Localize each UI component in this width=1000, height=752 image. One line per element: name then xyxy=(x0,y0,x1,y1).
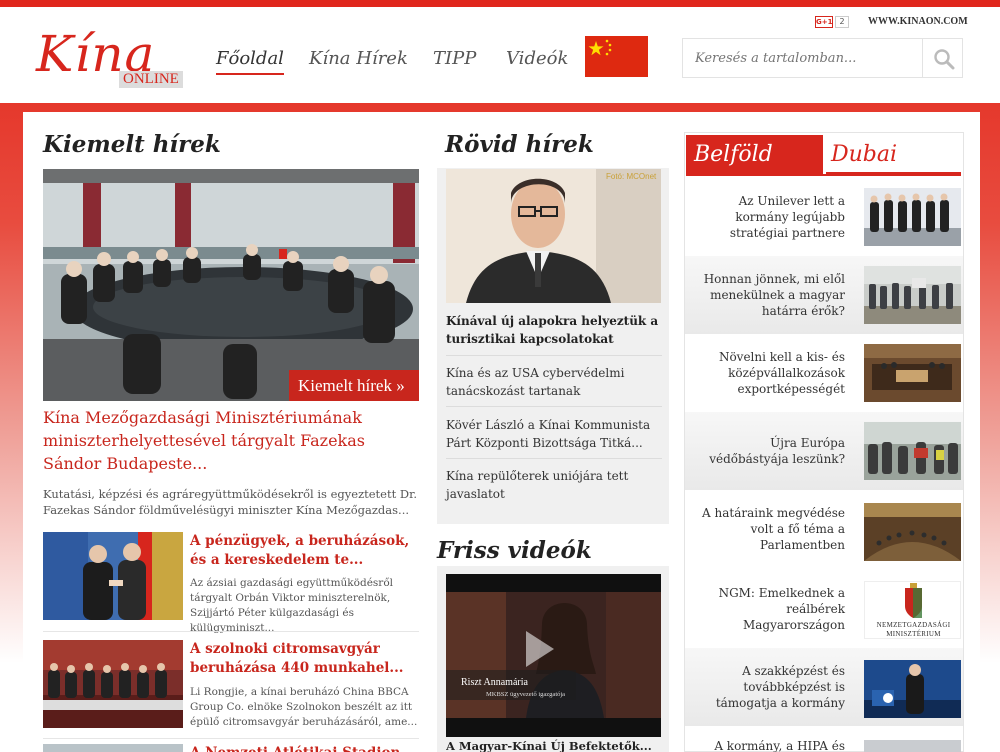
sidebar-item-title[interactable]: Honnan jönnek, mi elől menekülnek a magy… xyxy=(691,256,845,334)
sidebar-item-title[interactable]: NGM: Emelkednek a reálbérek Magyarország… xyxy=(691,570,845,648)
video-lower-third-role: MKBSZ ügyvezető igazgatója xyxy=(486,691,566,698)
sidebar-item-thumbnail[interactable] xyxy=(864,422,961,480)
list-divider xyxy=(446,458,662,459)
sidebar-item-thumbnail[interactable] xyxy=(864,660,961,718)
short-news-section-title: Rövid hírek xyxy=(445,131,594,158)
featured-image[interactable] xyxy=(43,169,419,401)
list-divider xyxy=(43,631,419,632)
sidebar-item-title[interactable]: Az Unilever lett a kormány legújabb stra… xyxy=(691,178,845,256)
news-thumbnail[interactable] xyxy=(43,744,183,752)
nav-item-china-news[interactable]: Kína Hírek xyxy=(309,48,408,69)
top-accent-bar xyxy=(0,0,1000,7)
short-news-item[interactable]: Kína repülőterek uniójára tett javaslato… xyxy=(446,467,662,503)
sidebar-list-item[interactable]: NGM: Emelkednek a reálbérek Magyarország… xyxy=(685,570,963,648)
sidebar-list-item[interactable]: A szakképzést és továbbképzést is támoga… xyxy=(685,648,963,726)
featured-headline-link[interactable]: Kína Mezőgazdasági Minisztériumának mini… xyxy=(43,406,423,475)
sidebar-item-title[interactable]: Újra Európa védőbástyája leszünk? xyxy=(691,412,845,490)
nav-item-home[interactable]: Főoldal xyxy=(216,48,284,75)
video-lower-third-name: Riszt Annamária xyxy=(461,677,528,688)
videos-section-title: Friss videók xyxy=(437,537,592,564)
search-input[interactable] xyxy=(695,51,915,66)
news-thumbnail[interactable] xyxy=(43,640,183,728)
short-news-item[interactable]: Kína és az USA cybervédelmi tanácskozást… xyxy=(446,364,662,400)
sidebar-item-thumbnail[interactable] xyxy=(864,740,961,752)
tab-belfold[interactable]: Belföld xyxy=(686,135,823,174)
list-divider xyxy=(446,355,662,356)
ngm-logo-text-line2: Minisztérium xyxy=(886,630,941,638)
nav-item-videos[interactable]: Videók xyxy=(506,48,568,69)
news-excerpt: Li Rongjie, a kínai beruházó China BBCA … xyxy=(190,686,418,728)
sidebar-item-thumbnail[interactable] xyxy=(864,503,961,561)
tab-dubai[interactable]: Dubai xyxy=(826,135,961,174)
site-header: Kína ONLINE Főoldal Kína Hírek TIPP Vide… xyxy=(0,7,1000,103)
short-news-item[interactable]: Kövér László a Kínai Kommunista Párt Köz… xyxy=(446,416,662,452)
sidebar-item-title[interactable]: A határaink megvédése volt a fő téma a P… xyxy=(691,490,845,568)
google-plus-button[interactable]: G+1 xyxy=(815,16,833,28)
list-item[interactable]: A pénzügyek, a beruházások, és a kereske… xyxy=(43,532,420,634)
china-flag-icon[interactable] xyxy=(585,36,648,77)
site-url-link[interactable]: WWW.KINAON.COM xyxy=(868,16,968,27)
news-thumbnail[interactable] xyxy=(43,532,183,620)
ngm-logo-text-line1: Nemzetgazdasági xyxy=(876,621,951,629)
short-news-image[interactable]: Fotó: MCOnet xyxy=(446,169,661,303)
photo-credit: Fotó: MCOnet xyxy=(606,172,657,181)
sidebar-item-thumbnail[interactable] xyxy=(864,188,961,246)
sidebar-list-item[interactable]: Honnan jönnek, mi elől menekülnek a magy… xyxy=(685,256,963,334)
sidebar-list-item[interactable]: A kormány, a HIPA és az... xyxy=(685,726,963,752)
news-headline-link[interactable]: A Nemzeti Atlétikai Stadion... xyxy=(190,744,420,752)
video-player[interactable]: Riszt Annamária MKBSZ ügyvezető igazgató… xyxy=(446,574,661,737)
list-divider xyxy=(43,738,419,739)
logo-online-tag: ONLINE xyxy=(119,71,183,88)
list-divider xyxy=(446,406,662,407)
sidebar-list-item[interactable]: Az Unilever lett a kormány legújabb stra… xyxy=(685,178,963,256)
google-plus-count: 2 xyxy=(835,16,849,28)
search-icon xyxy=(934,49,955,70)
search-button[interactable] xyxy=(922,39,962,77)
list-item[interactable]: A szolnoki citromsavgyár beruházása 440 … xyxy=(43,640,419,730)
tab-underline xyxy=(686,174,961,176)
featured-section-title: Kiemelt hírek xyxy=(43,131,221,158)
sidebar-item-title[interactable]: A kormány, a HIPA és az... xyxy=(691,726,845,752)
nav-item-tips[interactable]: TIPP xyxy=(433,48,476,69)
video-title-link[interactable]: A Magyar-Kínai Új Befektetők... xyxy=(446,739,662,752)
search-box xyxy=(682,38,963,78)
sidebar-list-item[interactable]: A határaink megvédése volt a fő téma a P… xyxy=(685,490,963,568)
featured-badge-button[interactable]: Kiemelt hírek » xyxy=(289,370,419,401)
short-news-lead-link[interactable]: Kínával új alapokra helyeztük a turiszti… xyxy=(446,312,662,348)
news-headline-link[interactable]: A szolnoki citromsavgyár beruházása 440 … xyxy=(190,640,420,678)
sidebar-item-thumbnail[interactable] xyxy=(864,344,961,402)
sidebar-item-thumbnail[interactable] xyxy=(864,266,961,324)
ngm-logo-thumbnail[interactable]: Nemzetgazdasági Minisztérium xyxy=(864,581,961,639)
sidebar-item-title[interactable]: A szakképzést és továbbképzést is támoga… xyxy=(691,648,845,726)
featured-excerpt: Kutatási, képzési és agráregyüttműködése… xyxy=(43,487,417,517)
list-item[interactable]: A Nemzeti Atlétikai Stadion... xyxy=(43,744,419,752)
sidebar-list-item[interactable]: Újra Európa védőbástyája leszünk? xyxy=(685,412,963,490)
sidebar-item-title[interactable]: Növelni kell a kis- és középvállalkozáso… xyxy=(691,334,845,412)
sidebar-list-item[interactable]: Növelni kell a kis- és középvállalkozáso… xyxy=(685,334,963,412)
news-excerpt: Az ázsiai gazdasági együttműködésről tár… xyxy=(190,577,394,634)
site-logo[interactable]: Kína ONLINE xyxy=(36,25,186,95)
news-headline-link[interactable]: A pénzügyek, a beruházások, és a kereske… xyxy=(190,532,420,570)
